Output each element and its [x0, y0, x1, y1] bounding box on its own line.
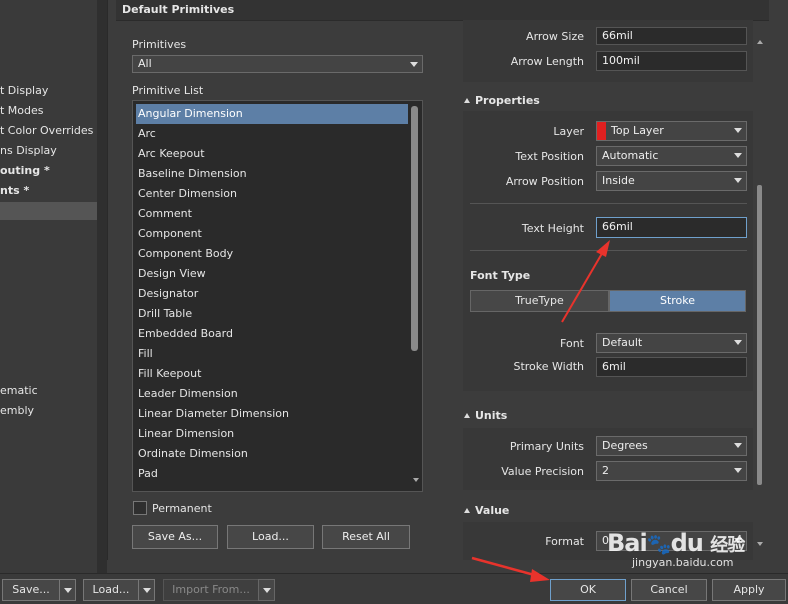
watermark-url: jingyan.baidu.com: [632, 556, 734, 569]
annotation-arrows: [471, 240, 610, 582]
annotation-arrow-line: [471, 556, 539, 578]
annotation-arrow-line: [561, 249, 605, 323]
watermark-du: du: [670, 529, 704, 557]
annotation-arrowhead-icon: [596, 240, 610, 257]
watermark-sub: 经验: [710, 535, 745, 556]
annotation-arrowhead-icon: [530, 569, 550, 582]
paw-icon: 🐾: [646, 532, 672, 556]
watermark-brand: Bai: [607, 529, 648, 557]
baidu-watermark-logo: Bai🐾du 经验: [607, 529, 745, 557]
